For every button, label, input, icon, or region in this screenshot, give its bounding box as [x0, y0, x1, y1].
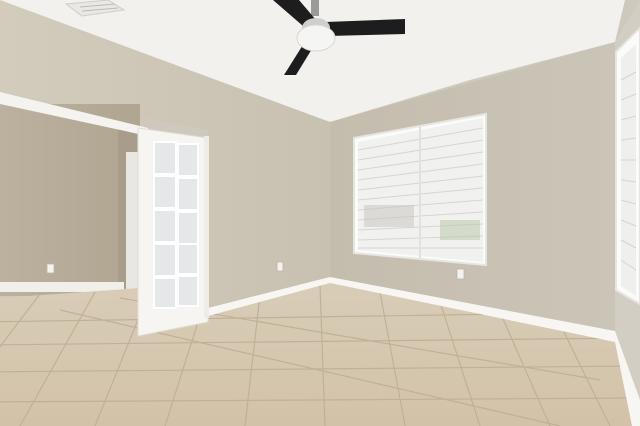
closet-inner-door [126, 152, 138, 292]
outlet-icon [46, 263, 55, 274]
room-photo [0, 0, 640, 426]
back-window [353, 112, 487, 267]
french-door-glass [153, 141, 199, 309]
outlet-icon [456, 268, 465, 280]
outlet-icon [276, 261, 284, 272]
door-frame-right [204, 136, 209, 318]
right-window [615, 26, 640, 306]
